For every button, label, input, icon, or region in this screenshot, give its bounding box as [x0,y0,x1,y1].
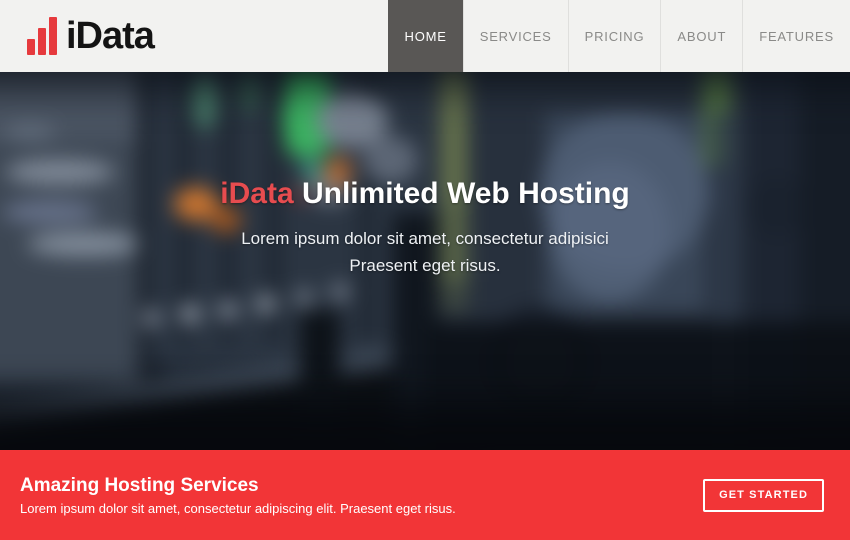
nav-list: HOME SERVICES PRICING ABOUT FEATURES [388,0,850,72]
main-nav: HOME SERVICES PRICING ABOUT FEATURES [388,0,850,72]
hero-section: iData Unlimited Web Hosting Lorem ipsum … [0,72,850,450]
cta-banner: Amazing Hosting Services Lorem ipsum dol… [0,450,850,540]
site-header: iData HOME SERVICES PRICING ABOUT FEATUR… [0,0,850,72]
hero-subtitle-line1: Lorem ipsum dolor sit amet, consectetur … [241,229,609,248]
nav-item-services[interactable]: SERVICES [463,0,568,72]
hero-subtitle: Lorem ipsum dolor sit amet, consectetur … [0,225,850,279]
get-started-button[interactable]: GET STARTED [703,479,824,512]
logo[interactable]: iData [0,0,154,72]
hero-subtitle-line2: Praesent eget risus. [349,256,500,275]
hero-title-highlight: iData [220,177,293,210]
bar-chart-icon [27,17,57,55]
nav-item-about[interactable]: ABOUT [660,0,742,72]
cta-description: Lorem ipsum dolor sit amet, consectetur … [20,502,456,515]
cta-banner-text: Amazing Hosting Services Lorem ipsum dol… [20,476,456,515]
brand-name: iData [66,17,154,55]
nav-item-pricing[interactable]: PRICING [568,0,661,72]
hero-title-rest: Unlimited Web Hosting [294,177,630,210]
hosting-landing-page: iData HOME SERVICES PRICING ABOUT FEATUR… [0,0,850,540]
hero-content: iData Unlimited Web Hosting Lorem ipsum … [0,72,850,279]
hero-title: iData Unlimited Web Hosting [0,176,850,212]
nav-item-home[interactable]: HOME [388,0,463,72]
cta-heading: Amazing Hosting Services [20,476,456,495]
nav-item-features[interactable]: FEATURES [742,0,850,72]
